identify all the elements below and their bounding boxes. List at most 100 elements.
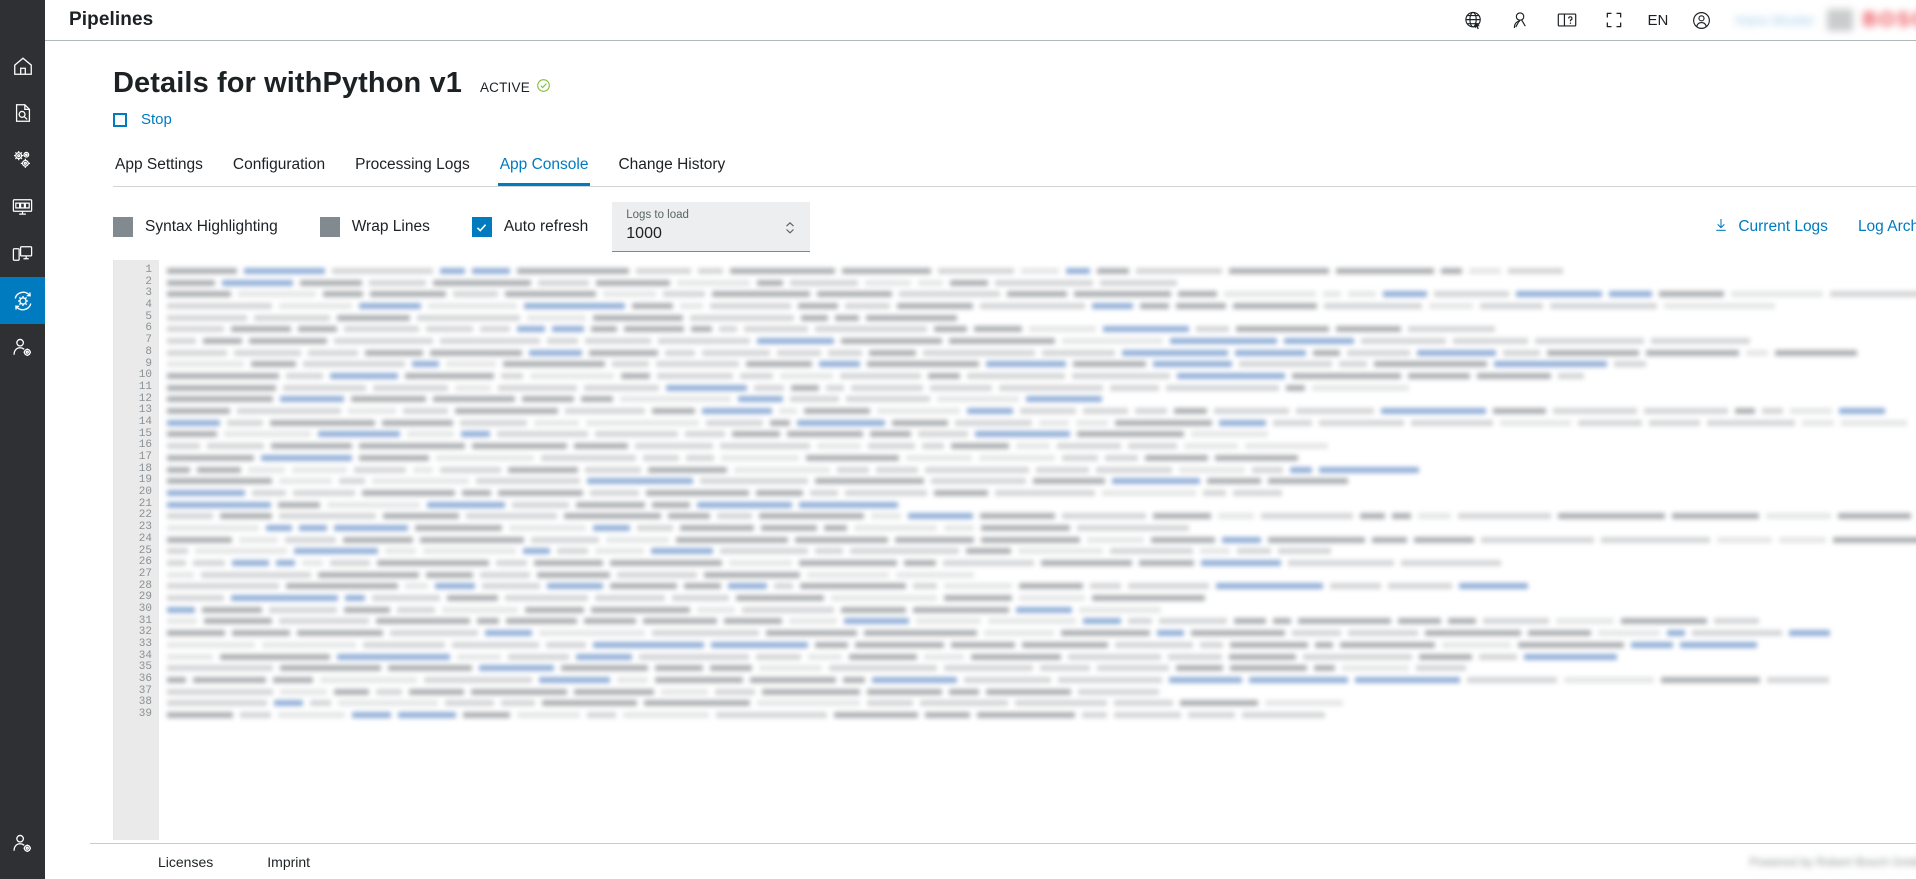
tab-app-console[interactable]: App Console bbox=[498, 150, 591, 186]
log-line bbox=[159, 627, 1916, 639]
log-content[interactable] bbox=[159, 260, 1916, 840]
checkbox-wrap-lines[interactable]: Wrap Lines bbox=[319, 217, 430, 237]
log-line bbox=[159, 417, 1916, 429]
log-token bbox=[690, 314, 794, 321]
tab-app-settings[interactable]: App Settings bbox=[113, 150, 205, 186]
log-line bbox=[159, 405, 1916, 417]
log-token bbox=[167, 501, 272, 508]
log-token bbox=[284, 536, 336, 543]
log-token bbox=[167, 630, 225, 637]
log-token bbox=[1252, 466, 1284, 473]
checkbox-checked-icon[interactable] bbox=[471, 217, 492, 237]
log-token bbox=[934, 326, 967, 333]
log-token bbox=[646, 489, 750, 496]
log-line bbox=[159, 464, 1916, 476]
log-token bbox=[278, 478, 333, 485]
current-logs-link[interactable]: Current Logs bbox=[1713, 217, 1828, 238]
log-token bbox=[317, 571, 420, 578]
log-token bbox=[167, 641, 256, 648]
log-token bbox=[814, 641, 848, 648]
console-log-viewer[interactable]: 1 2 3 4 5 6 7 8 9 10 11 12 13 14 15 16 17 18 19 20 21 22 23 24 2… bbox=[113, 260, 1916, 840]
line-number: 4 bbox=[145, 299, 152, 312]
account-circle-icon[interactable] bbox=[1678, 0, 1725, 41]
user-name[interactable]: Hans Muster bbox=[1735, 12, 1814, 28]
log-token bbox=[949, 337, 1055, 344]
log-token bbox=[534, 560, 603, 567]
log-token bbox=[948, 688, 980, 695]
checkbox-auto-refresh[interactable]: Auto refresh bbox=[471, 217, 588, 237]
log-token bbox=[798, 560, 898, 567]
checkbox-box-icon[interactable] bbox=[319, 217, 340, 237]
log-token bbox=[167, 618, 198, 625]
spinner-updown-icon[interactable] bbox=[784, 219, 796, 235]
log-token bbox=[1730, 291, 1824, 298]
person-search-icon[interactable] bbox=[1497, 0, 1544, 41]
log-token bbox=[297, 326, 337, 333]
licenses-link[interactable]: Licenses bbox=[158, 854, 213, 870]
log-token bbox=[167, 606, 196, 613]
log-token bbox=[1841, 419, 1907, 426]
language-selector[interactable]: EN bbox=[1638, 0, 1679, 41]
sidebar-item-account-settings[interactable] bbox=[0, 820, 45, 867]
log-token bbox=[227, 419, 264, 426]
log-token bbox=[815, 326, 928, 333]
log-token bbox=[895, 571, 975, 578]
log-token bbox=[680, 302, 704, 309]
checkbox-syntax-highlighting[interactable]: Syntax Highlighting bbox=[113, 217, 278, 237]
tab-processing-logs[interactable]: Processing Logs bbox=[353, 150, 472, 186]
tab-configuration[interactable]: Configuration bbox=[231, 150, 327, 186]
stop-button-label[interactable]: Stop bbox=[141, 111, 172, 128]
log-token bbox=[497, 489, 583, 496]
log-token bbox=[800, 314, 828, 321]
log-token bbox=[709, 665, 752, 672]
log-line bbox=[159, 300, 1916, 312]
checkbox-box-icon[interactable] bbox=[113, 217, 133, 237]
log-token bbox=[788, 618, 837, 625]
logs-to-load-field[interactable]: Logs to load 1000 bbox=[612, 202, 811, 252]
log-token bbox=[546, 641, 587, 648]
tab-change-history[interactable]: Change History bbox=[616, 150, 727, 186]
log-token bbox=[1658, 291, 1724, 298]
log-token bbox=[1166, 384, 1279, 391]
sidebar-item-settings[interactable] bbox=[0, 136, 45, 183]
log-token bbox=[369, 291, 447, 298]
sidebar-item-user-management[interactable] bbox=[0, 324, 45, 371]
log-token bbox=[354, 466, 407, 473]
sidebar-item-dashboard[interactable] bbox=[0, 183, 45, 230]
log-token bbox=[1467, 676, 1558, 683]
log-line bbox=[159, 429, 1916, 441]
sidebar-item-devices[interactable] bbox=[0, 230, 45, 277]
log-token bbox=[1413, 536, 1475, 543]
logs-to-load-input[interactable]: 1000 bbox=[626, 223, 800, 245]
log-archive-link[interactable]: Log Archive bbox=[1858, 218, 1916, 236]
log-token bbox=[998, 384, 1103, 391]
log-line bbox=[159, 662, 1916, 674]
log-token bbox=[1839, 408, 1885, 415]
log-token bbox=[718, 326, 737, 333]
log-token bbox=[307, 349, 359, 356]
imprint-link[interactable]: Imprint bbox=[267, 854, 310, 870]
stop-square-icon[interactable] bbox=[113, 112, 127, 127]
globe-pointer-icon[interactable] bbox=[1450, 0, 1497, 41]
log-token bbox=[1077, 688, 1159, 695]
log-token bbox=[278, 513, 377, 520]
log-token bbox=[433, 396, 515, 403]
log-token bbox=[480, 326, 510, 333]
stop-action[interactable]: Stop bbox=[113, 111, 1916, 128]
log-token bbox=[584, 618, 637, 625]
sidebar-item-device-search[interactable] bbox=[0, 89, 45, 136]
main-area: Pipelines EN Hans Muster BOS Details for… bbox=[45, 0, 1916, 879]
sidebar-item-pipelines[interactable] bbox=[0, 277, 45, 324]
log-token bbox=[923, 349, 1035, 356]
log-token bbox=[921, 443, 944, 450]
book-help-icon[interactable] bbox=[1544, 0, 1591, 41]
fullscreen-icon[interactable] bbox=[1591, 0, 1638, 41]
log-token bbox=[1479, 653, 1518, 660]
log-token bbox=[1392, 513, 1412, 520]
log-token bbox=[1621, 618, 1707, 625]
log-token bbox=[1666, 630, 1686, 637]
log-token bbox=[950, 279, 988, 286]
sidebar-item-home[interactable] bbox=[0, 42, 45, 89]
log-token bbox=[1424, 630, 1521, 637]
log-token bbox=[719, 548, 808, 555]
